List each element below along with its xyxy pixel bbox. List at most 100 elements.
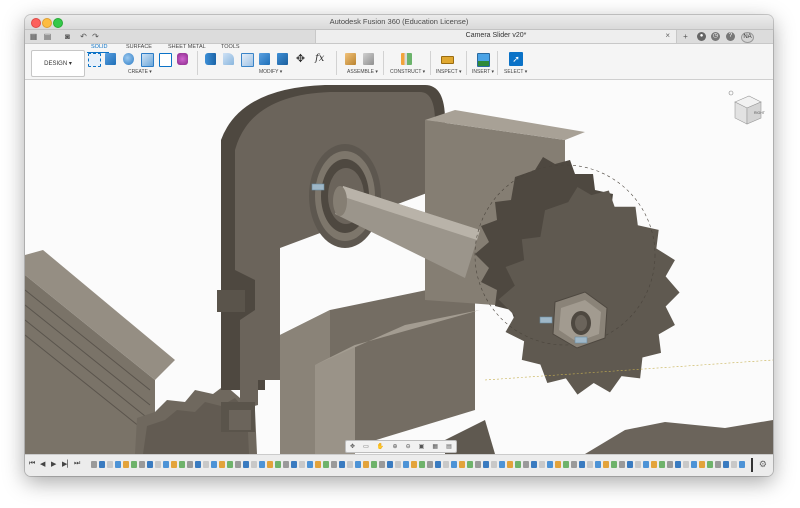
timeline-feature[interactable] [387,461,393,468]
timeline-feature[interactable] [115,461,121,468]
timeline-feature[interactable] [571,461,577,468]
timeline-feature[interactable] [451,461,457,468]
timeline-feature[interactable] [267,461,273,468]
3d-viewport[interactable]: RIGHT ✥ ▭ ✋ ⊕ ⊖ ▣ ▦ ▤ [25,80,773,454]
step-back-icon[interactable]: ◀ [40,460,45,468]
timeline-feature[interactable] [563,461,569,468]
timeline-feature[interactable] [459,461,465,468]
timeline-feature[interactable] [139,461,145,468]
insert-image-icon[interactable] [477,53,490,67]
timeline-feature[interactable] [499,461,505,468]
timeline-feature[interactable] [651,461,657,468]
timeline-feature[interactable] [195,461,201,468]
timeline-feature[interactable] [667,461,673,468]
document-tab[interactable]: Camera Slider v20* × [315,30,677,43]
timeline-feature[interactable] [515,461,521,468]
timeline-feature[interactable] [555,461,561,468]
combine-icon[interactable] [259,53,270,65]
timeline-feature[interactable] [707,461,713,468]
timeline-feature[interactable] [283,461,289,468]
play-icon[interactable]: ▶ [51,460,56,468]
move-copy-icon[interactable]: ✥ [295,53,306,65]
timeline-feature[interactable] [699,461,705,468]
job-status-icon[interactable]: ● [697,32,706,41]
timeline-feature[interactable] [347,461,353,468]
timeline-feature[interactable] [595,461,601,468]
timeline-feature[interactable] [547,461,553,468]
timeline-feature[interactable] [411,461,417,468]
timeline-feature[interactable] [539,461,545,468]
select-group-label[interactable]: SELECT ▾ [504,69,527,75]
orbit-icon[interactable]: ✥ [350,443,355,450]
zoom-icon[interactable]: ⊕ [392,443,397,450]
timeline-feature[interactable] [339,461,345,468]
timeline-feature[interactable] [379,461,385,468]
tab-surface[interactable]: SURFACE [126,44,152,50]
timeline-feature[interactable] [91,461,97,468]
extrude-icon[interactable] [105,53,116,65]
timeline-feature[interactable] [251,461,257,468]
timeline-feature[interactable] [507,461,513,468]
change-parameters-icon[interactable]: fx [315,53,329,65]
insert-group-label[interactable]: INSERT ▾ [472,69,494,75]
close-tab-icon[interactable]: × [665,31,670,40]
hole-icon[interactable] [141,53,154,67]
timeline-feature[interactable] [603,461,609,468]
file-menu-icon[interactable]: ▤ [43,32,52,41]
timeline-feature[interactable] [147,461,153,468]
create-form-icon[interactable] [177,53,188,65]
timeline-feature[interactable] [475,461,481,468]
timeline-settings-icon[interactable]: ⚙ [759,459,767,470]
timeline-feature[interactable] [627,461,633,468]
press-pull-icon[interactable] [205,53,216,65]
save-icon[interactable]: ◙ [63,32,72,41]
create-group-label[interactable]: CREATE ▾ [128,69,152,75]
timeline-feature[interactable] [211,461,217,468]
replace-face-icon[interactable] [277,53,288,65]
timeline-feature[interactable] [243,461,249,468]
inspect-group-label[interactable]: INSPECT ▾ [436,69,461,75]
timeline-feature[interactable] [643,461,649,468]
timeline-feature[interactable] [331,461,337,468]
timeline-feature[interactable] [203,461,209,468]
new-component-icon[interactable] [345,53,356,65]
timeline-feature[interactable] [587,461,593,468]
modify-group-label[interactable]: MODIFY ▾ [259,69,282,75]
timeline-feature[interactable] [291,461,297,468]
construct-group-label[interactable]: CONSTRUCT ▾ [390,69,425,75]
timeline-feature[interactable] [171,461,177,468]
timeline-feature[interactable] [259,461,265,468]
tab-solid[interactable]: SOLID [91,44,108,50]
tab-tools[interactable]: TOOLS [221,44,240,50]
timeline-feature[interactable] [659,461,665,468]
timeline-feature[interactable] [635,461,641,468]
model-canvas[interactable] [25,80,773,454]
timeline-feature[interactable] [371,461,377,468]
timeline-feature[interactable] [419,461,425,468]
timeline-feature[interactable] [683,461,689,468]
timeline-feature[interactable] [467,461,473,468]
timeline-feature[interactable] [107,461,113,468]
pattern-icon[interactable] [159,53,172,67]
timeline-feature[interactable] [723,461,729,468]
go-to-start-icon[interactable]: ⏮ [29,460,35,468]
timeline-feature[interactable] [299,461,305,468]
select-icon[interactable]: ➚ [509,52,523,66]
timeline-feature[interactable] [187,461,193,468]
go-to-end-icon[interactable]: ⏭ [74,460,80,468]
timeline-feature[interactable] [179,461,185,468]
viewports-icon[interactable]: ▤ [446,443,452,450]
user-avatar[interactable]: NA [741,32,754,43]
timeline-feature[interactable] [131,461,137,468]
timeline-feature[interactable] [355,461,361,468]
help-icon[interactable]: ? [726,32,735,41]
new-tab-icon[interactable]: + [681,32,690,41]
timeline-feature[interactable] [675,461,681,468]
grid-settings-icon[interactable]: ▦ [432,443,438,450]
app-grid-icon[interactable]: ▦ [29,32,38,41]
timeline-feature[interactable] [435,461,441,468]
timeline-feature[interactable] [363,461,369,468]
notifications-icon[interactable]: ◷ [711,32,720,41]
revolve-icon[interactable] [123,53,134,65]
timeline-feature[interactable] [315,461,321,468]
